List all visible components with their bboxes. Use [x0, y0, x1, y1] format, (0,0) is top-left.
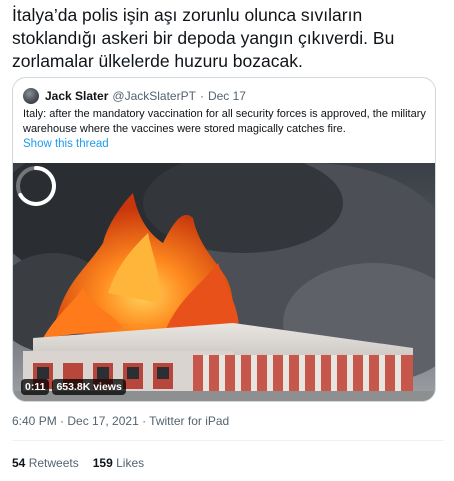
- video-view-count: 653.8K views: [52, 379, 126, 395]
- likes-count: 159: [92, 456, 113, 470]
- loading-spinner-icon: [16, 166, 56, 206]
- likes-stat[interactable]: 159 Likes: [93, 456, 144, 470]
- video-frame: [13, 163, 435, 401]
- quoted-tweet-card[interactable]: Jack Slater @JackSlaterPT · Dec 17 Italy…: [12, 77, 436, 402]
- separator-dot: ·: [199, 89, 204, 103]
- quoted-tweet-text: Italy: after the mandatory vaccination f…: [23, 108, 426, 135]
- show-thread-link[interactable]: Show this thread: [23, 138, 109, 150]
- tweet-timestamp[interactable]: 6:40 PM · Dec 17, 2021 · Twitter for iPa…: [12, 414, 229, 428]
- quoted-author-handle: @JackSlaterPT: [112, 89, 196, 103]
- retweets-stat[interactable]: 54 Retweets: [12, 456, 79, 470]
- engagement-stats: 54 Retweets 159 Likes: [12, 456, 144, 470]
- likes-label: Likes: [116, 456, 145, 470]
- video-badges: 0:11 653.8K views: [21, 379, 126, 395]
- tweet-text: İtalya’da polis işin aşı zorunlu olunca …: [12, 5, 395, 71]
- avatar[interactable]: [23, 88, 39, 104]
- video-player[interactable]: 0:11 653.8K views: [13, 163, 435, 401]
- quoted-tweet-header: Jack Slater @JackSlaterPT · Dec 17: [23, 87, 246, 105]
- quoted-author-name[interactable]: Jack Slater: [45, 89, 108, 103]
- retweets-label: Retweets: [28, 456, 79, 470]
- retweets-count: 54: [12, 456, 26, 470]
- quoted-tweet-date[interactable]: Dec 17: [208, 89, 246, 103]
- divider: [12, 440, 444, 441]
- video-duration: 0:11: [21, 379, 50, 395]
